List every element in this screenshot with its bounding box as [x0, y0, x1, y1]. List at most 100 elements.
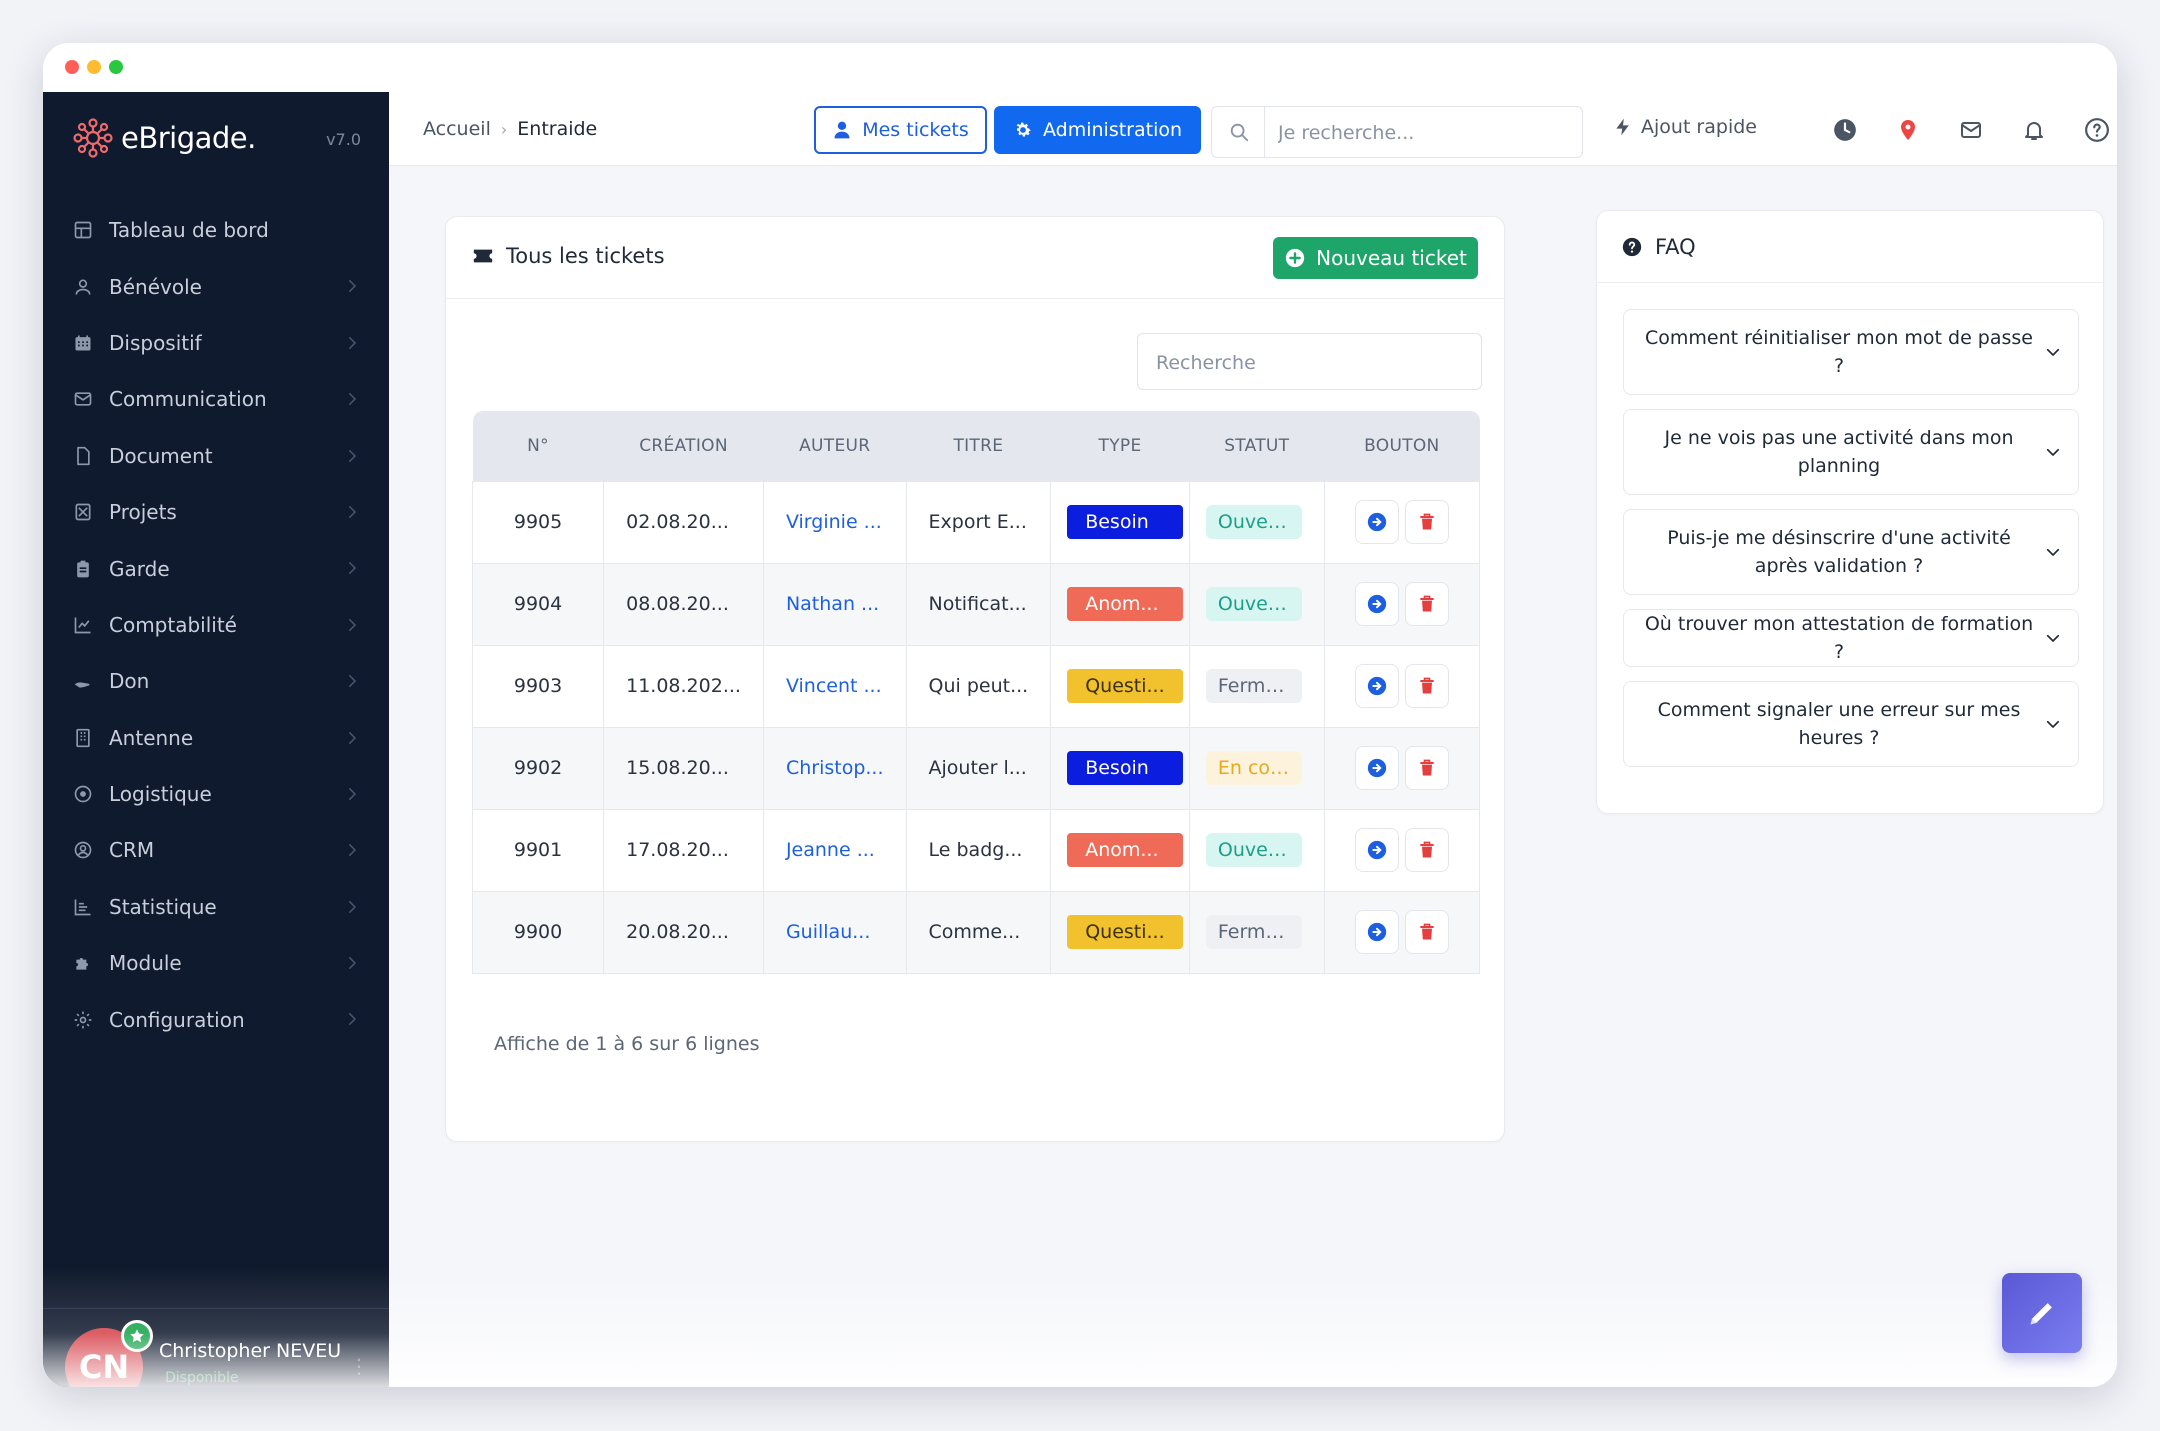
help-icon[interactable]: [2083, 116, 2111, 144]
sidebar-item-garde[interactable]: Garde: [43, 540, 389, 596]
table-row[interactable]: 9905 02.08.20... Virginie ... Export E... Be…: [471, 480, 1481, 564]
delete-ticket-button[interactable]: [1404, 828, 1449, 872]
chevron-right-icon: [349, 393, 357, 406]
table-row[interactable]: 9900 20.08.20... Guillau... Comme... Questi.…: [471, 890, 1481, 974]
delete-ticket-button[interactable]: [1404, 582, 1449, 626]
ticket-author-link[interactable]: Nathan ...: [762, 562, 907, 646]
chevron-down-icon: [2046, 548, 2060, 557]
map-pin-icon[interactable]: [1894, 116, 1922, 144]
faq-item[interactable]: Je ne vois pas une activité dans mon pla…: [1623, 409, 2079, 495]
search-separator: [1264, 107, 1265, 157]
ticket-author-link[interactable]: Virginie ...: [762, 480, 907, 564]
view-ticket-button[interactable]: [1354, 910, 1399, 954]
sidebar-item-tableau-de-bord[interactable]: Tableau de bord: [43, 202, 389, 258]
my-tickets-button[interactable]: Mes tickets: [814, 106, 987, 154]
sidebar-item-label: Communication: [109, 387, 267, 412]
tickets-card-header: Tous les tickets Nouveau ticket: [446, 217, 1504, 299]
faq-item[interactable]: Comment réinitialiser mon mot de passe ?: [1623, 309, 2079, 395]
faq-item[interactable]: Puis-je me désinscrire d'une activité ap…: [1623, 509, 2079, 595]
delete-ticket-button[interactable]: [1404, 910, 1449, 954]
window-minimize-dot[interactable]: [87, 60, 101, 74]
sidebar-item-crm[interactable]: CRM: [43, 822, 389, 878]
ticket-number: 9901: [471, 808, 605, 892]
clock-icon[interactable]: [1831, 116, 1859, 144]
window-close-dot[interactable]: [65, 60, 79, 74]
delete-ticket-button[interactable]: [1404, 664, 1449, 708]
app-version: v7.0: [326, 130, 361, 149]
column-status[interactable]: STATUT: [1189, 411, 1325, 481]
ticket-author-link[interactable]: Guillau...: [762, 890, 907, 974]
puzzle-icon: [71, 951, 95, 975]
view-ticket-button[interactable]: [1354, 828, 1399, 872]
sidebar-item-label: Dispositif: [109, 330, 202, 355]
sidebar-item-module[interactable]: Module: [43, 935, 389, 991]
table-row[interactable]: 9902 15.08.20... Christop... Ajouter l... Be…: [471, 726, 1481, 810]
app-window: eBrigade. v7.0 Tableau de bord Bénévole Di…: [43, 43, 2117, 1387]
sidebar-item-projets[interactable]: Projets: [43, 484, 389, 540]
faq-item[interactable]: Comment signaler une erreur sur mes heur…: [1623, 681, 2079, 767]
chevron-right-icon: [349, 957, 357, 970]
sidebar-item-dispositif[interactable]: Dispositif: [43, 315, 389, 371]
view-ticket-button[interactable]: [1354, 746, 1399, 790]
faq-question: Je ne vois pas une activité dans mon pla…: [1664, 427, 2014, 477]
ticket-title: Export E...: [905, 480, 1052, 564]
sidebar-item-label: Document: [109, 443, 213, 468]
sidebar-item-communication[interactable]: Communication: [43, 371, 389, 427]
breadcrumb-home[interactable]: Accueil: [423, 118, 491, 140]
faq-item[interactable]: Où trouver mon attestation de formation …: [1623, 609, 2079, 667]
view-ticket-button[interactable]: [1354, 582, 1399, 626]
delete-ticket-button[interactable]: [1404, 746, 1449, 790]
faq-title-label: FAQ: [1655, 235, 1696, 259]
administration-label: Administration: [1042, 119, 1183, 141]
ticket-author-link[interactable]: Vincent ...: [762, 644, 907, 728]
table-search-input[interactable]: [1156, 350, 1456, 376]
table-row[interactable]: 9904 08.08.20... Nathan ... Notificat... Ano…: [471, 562, 1481, 646]
sidebar-item-label: Don: [109, 669, 150, 694]
edit-fab-button[interactable]: [2002, 1273, 2082, 1353]
sidebar-item-comptabilite[interactable]: Comptabilité: [43, 597, 389, 653]
arrow-circle-right-icon: [1367, 922, 1387, 942]
column-author[interactable]: AUTEUR: [763, 411, 907, 481]
ticket-author-link[interactable]: Jeanne ...: [762, 808, 907, 892]
table-row[interactable]: 9901 17.08.20... Jeanne ... Le badg... Anom.…: [471, 808, 1481, 892]
column-title[interactable]: TITRE: [906, 411, 1051, 481]
sidebar-item-statistique[interactable]: Statistique: [43, 879, 389, 935]
sidebar-item-document[interactable]: Document: [43, 428, 389, 484]
column-number[interactable]: N°: [472, 411, 604, 481]
chevron-down-icon: [2046, 448, 2060, 457]
envelope-icon[interactable]: [1957, 116, 1985, 144]
chevron-right-icon: [349, 731, 357, 744]
bell-icon[interactable]: [2020, 116, 2048, 144]
sidebar-item-logistique[interactable]: Logistique: [43, 766, 389, 822]
new-ticket-button[interactable]: Nouveau ticket: [1273, 237, 1478, 279]
quick-add-button[interactable]: Ajout rapide: [1613, 116, 1757, 138]
window-maximize-dot[interactable]: [109, 60, 123, 74]
chevron-right-icon: [349, 280, 357, 293]
sidebar-item-label: Bénévole: [109, 274, 202, 299]
column-creation[interactable]: CRÉATION: [603, 411, 764, 481]
chevron-right-icon: [349, 1013, 357, 1026]
ticket-title: Le badg...: [905, 808, 1052, 892]
column-type[interactable]: TYPE: [1050, 411, 1190, 481]
view-ticket-button[interactable]: [1354, 500, 1399, 544]
sidebar-item-benevole[interactable]: Bénévole: [43, 258, 389, 314]
app-logo[interactable]: eBrigade.: [71, 116, 256, 160]
tickets-table: N° CRÉATION AUTEUR TITRE TYPE STATUT BOU…: [471, 411, 1481, 974]
ticket-status-badge: Fermé...: [1205, 915, 1302, 949]
table-row[interactable]: 9903 11.08.202... Vincent ... Qui peut... Qu…: [471, 644, 1481, 728]
sidebar-item-configuration[interactable]: Configuration: [43, 991, 389, 1047]
user-icon: [834, 121, 850, 139]
view-ticket-button[interactable]: [1354, 664, 1399, 708]
user-profile[interactable]: CN Christopher NEVEU Disponible ⋮: [65, 1320, 375, 1387]
arrow-circle-right-icon: [1367, 512, 1387, 532]
ticket-author-link[interactable]: Christop...: [762, 726, 907, 810]
envelope-icon: [71, 387, 95, 411]
global-search-input[interactable]: [1278, 119, 1568, 147]
administration-button[interactable]: Administration: [994, 106, 1201, 154]
more-vertical-icon[interactable]: ⋮: [349, 1354, 369, 1378]
sidebar-item-antenne[interactable]: Antenne: [43, 710, 389, 766]
sidebar-item-don[interactable]: Don: [43, 653, 389, 709]
chevron-down-icon: [2046, 720, 2060, 729]
delete-ticket-button[interactable]: [1404, 500, 1449, 544]
my-tickets-label: Mes tickets: [862, 119, 969, 141]
